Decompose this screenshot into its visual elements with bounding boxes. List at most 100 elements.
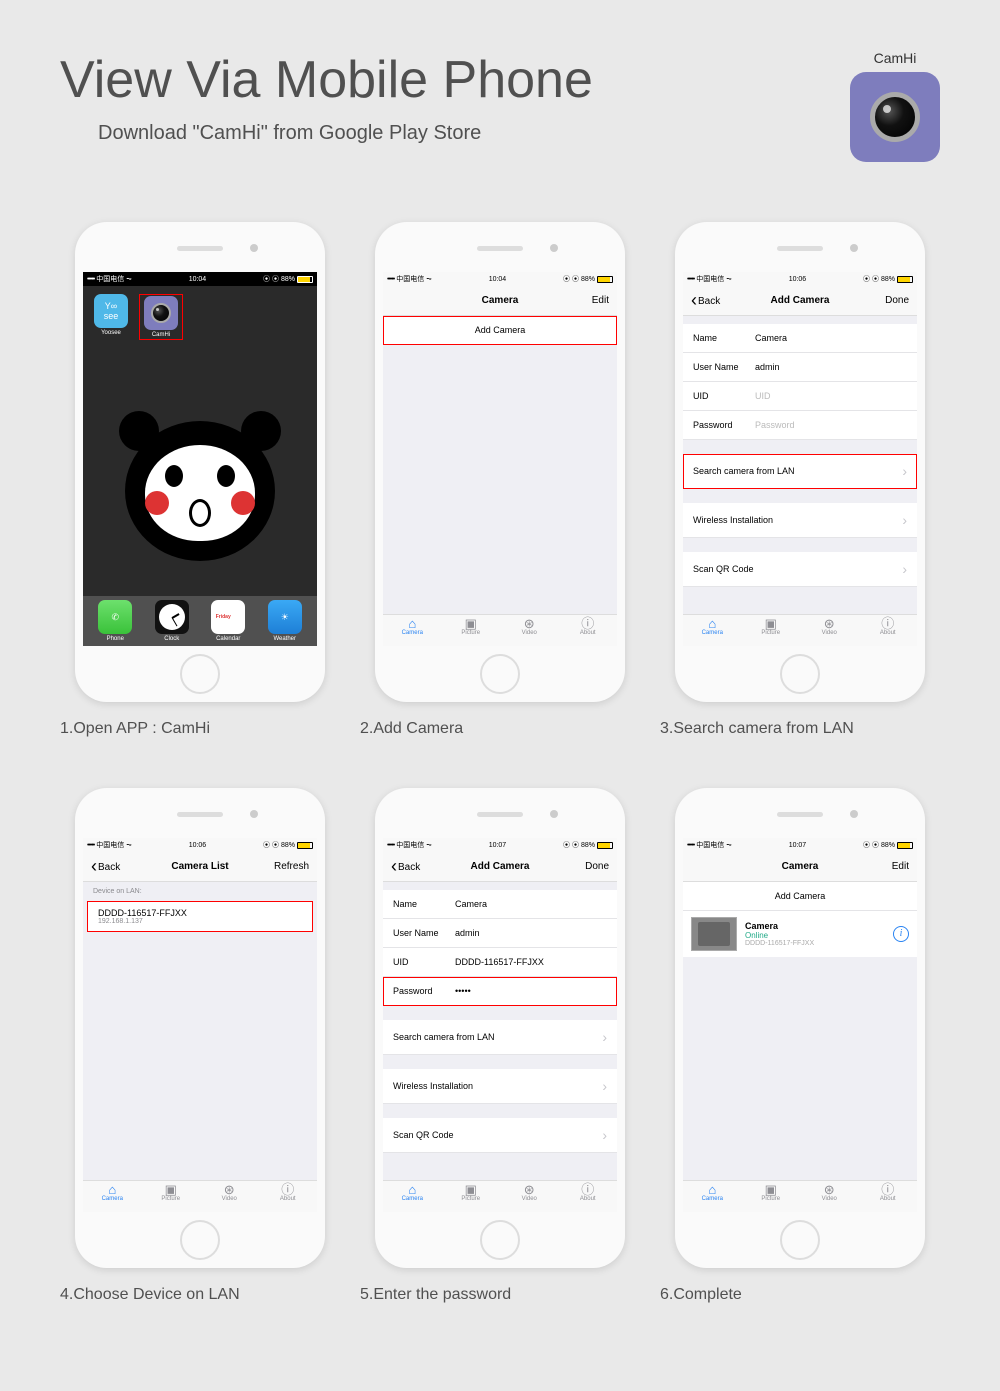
- phone-frame: ••••• 中国电信 ⏦10:07⦿ ⦿ 88% CameraEdit Add …: [675, 788, 925, 1268]
- app-name-label: CamHi: [850, 50, 940, 66]
- edit-button[interactable]: Edit: [592, 295, 609, 306]
- camhi-app-icon[interactable]: CamHi: [141, 296, 181, 338]
- tab-video[interactable]: ⊛Video: [200, 1181, 259, 1212]
- tab-video[interactable]: ⊛Video: [500, 1181, 559, 1212]
- status-bar: ••••• 中国电信 ⏦10:07⦿ ⦿ 88%: [383, 838, 617, 852]
- tab-picture[interactable]: ▣Picture: [442, 1181, 501, 1212]
- nav-bar: CameraEdit: [383, 286, 617, 316]
- back-button[interactable]: Back: [391, 856, 420, 877]
- tab-camera[interactable]: ⌂Camera: [83, 1181, 142, 1212]
- tab-camera[interactable]: ⌂Camera: [383, 615, 442, 646]
- camera-uid: DDDD-116517-FFJXX: [745, 940, 885, 947]
- username-field-row[interactable]: User Nameadmin: [383, 919, 617, 948]
- tab-bar: ⌂Camera ▣Picture ⊛Video ⓘAbout: [83, 1180, 317, 1212]
- camera-name: Camera: [745, 921, 885, 931]
- scan-qr-row[interactable]: Scan QR Code: [383, 1118, 617, 1153]
- tab-bar: ⌂Camera ▣Picture ⊛Video ⓘAbout: [683, 614, 917, 646]
- tab-camera[interactable]: ⌂Camera: [383, 1181, 442, 1212]
- home-button[interactable]: [780, 1220, 820, 1260]
- nav-title: Camera: [383, 295, 617, 306]
- phone-frame: ••••• 中国电信 ⏦10:04⦿ ⦿ 88% CameraEdit Add …: [375, 222, 625, 702]
- tab-about[interactable]: ⓘAbout: [559, 1181, 618, 1212]
- group-label: Device on LAN:: [83, 882, 317, 897]
- status-bar: ••••• 中国电信 ⏦10:06⦿ ⦿ 88%: [683, 272, 917, 286]
- tab-about[interactable]: ⓘAbout: [259, 1181, 318, 1212]
- step-3-caption: 3.Search camera from LAN: [660, 720, 940, 738]
- status-bar: ••••• 中国电信 ⏦10:07⦿ ⦿ 88%: [683, 838, 917, 852]
- nav-title: Camera: [683, 861, 917, 872]
- step-2-caption: 2.Add Camera: [360, 720, 640, 738]
- phone-frame: ••••• 中国电信 ⏦10:07⦿ ⦿ 88% BackAdd CameraD…: [375, 788, 625, 1268]
- yoosee-app-icon[interactable]: Y∞seeYoosee: [91, 294, 131, 340]
- tab-camera[interactable]: ⌂Camera: [683, 1181, 742, 1212]
- done-button[interactable]: Done: [585, 861, 609, 872]
- tab-bar: ⌂Camera ▣Picture ⊛Video ⓘAbout: [383, 1180, 617, 1212]
- dock: ✆Phone Clock Friday12Calendar ☀Weather: [83, 596, 317, 646]
- camhi-app-icon: [850, 72, 940, 162]
- tab-picture[interactable]: ▣Picture: [142, 1181, 201, 1212]
- uid-field-row[interactable]: UIDDDDD-116517-FFJXX: [383, 948, 617, 977]
- scan-qr-row[interactable]: Scan QR Code: [683, 552, 917, 587]
- nav-bar: BackAdd CameraDone: [683, 286, 917, 316]
- phone-frame: ••••• 中国电信 ⏦10:06⦿ ⦿ 88% BackAdd CameraD…: [675, 222, 925, 702]
- wireless-install-row[interactable]: Wireless Installation: [383, 1069, 617, 1104]
- step-6-caption: 6.Complete: [660, 1286, 940, 1304]
- phone-frame: ••••• 中国电信 ⏦ 10:04 ⦿ ⦿ 88% Y∞seeYoosee C…: [75, 222, 325, 702]
- dock-weather-icon[interactable]: ☀Weather: [265, 600, 305, 642]
- done-button[interactable]: Done: [885, 295, 909, 306]
- dock-clock-icon[interactable]: Clock: [152, 600, 192, 642]
- wireless-install-row[interactable]: Wireless Installation: [683, 503, 917, 538]
- home-button[interactable]: [180, 1220, 220, 1260]
- nav-bar: BackCamera ListRefresh: [83, 852, 317, 882]
- tab-bar: ⌂Camera ▣Picture ⊛Video ⓘAbout: [383, 614, 617, 646]
- device-highlight: DDDD-116517-FFJXX192.168.1.137: [87, 901, 313, 932]
- username-field-row[interactable]: User Nameadmin: [683, 353, 917, 382]
- home-button[interactable]: [180, 654, 220, 694]
- tab-about[interactable]: ⓘAbout: [559, 615, 618, 646]
- tab-picture[interactable]: ▣Picture: [742, 1181, 801, 1212]
- wallpaper-bear: [83, 386, 317, 596]
- back-button[interactable]: Back: [91, 856, 120, 877]
- status-bar: ••••• 中国电信 ⏦ 10:04 ⦿ ⦿ 88%: [83, 272, 317, 286]
- camera-thumbnail: [691, 917, 737, 951]
- nav-bar: BackAdd CameraDone: [383, 852, 617, 882]
- tab-picture[interactable]: ▣Picture: [442, 615, 501, 646]
- uid-field-row[interactable]: UIDUID: [683, 382, 917, 411]
- tab-video[interactable]: ⊛Video: [500, 615, 559, 646]
- camera-status: Online: [745, 931, 885, 940]
- step-5-caption: 5.Enter the password: [360, 1286, 640, 1304]
- phone-frame: ••••• 中国电信 ⏦10:06⦿ ⦿ 88% BackCamera List…: [75, 788, 325, 1268]
- password-field-row[interactable]: Password•••••: [383, 977, 617, 1006]
- name-field-row[interactable]: NameCamera: [383, 890, 617, 919]
- search-lan-row[interactable]: Search camera from LAN: [383, 1020, 617, 1055]
- tab-picture[interactable]: ▣Picture: [742, 615, 801, 646]
- status-bar: ••••• 中国电信 ⏦10:04⦿ ⦿ 88%: [383, 272, 617, 286]
- tab-about[interactable]: ⓘAbout: [859, 615, 918, 646]
- page-subtitle: Download "CamHi" from Google Play Store: [98, 122, 820, 145]
- add-camera-row[interactable]: Add Camera: [383, 316, 617, 345]
- search-lan-row[interactable]: Search camera from LAN: [683, 454, 917, 489]
- lan-device-row[interactable]: DDDD-116517-FFJXX192.168.1.137: [88, 902, 312, 931]
- name-field-row[interactable]: NameCamera: [683, 324, 917, 353]
- info-icon[interactable]: i: [893, 926, 909, 942]
- dock-calendar-icon[interactable]: Friday12Calendar: [208, 600, 248, 642]
- camera-list-item[interactable]: Camera Online DDDD-116517-FFJXX i: [683, 911, 917, 957]
- refresh-button[interactable]: Refresh: [274, 861, 309, 872]
- status-bar: ••••• 中国电信 ⏦10:06⦿ ⦿ 88%: [83, 838, 317, 852]
- tab-about[interactable]: ⓘAbout: [859, 1181, 918, 1212]
- dock-phone-icon[interactable]: ✆Phone: [95, 600, 135, 642]
- add-camera-row[interactable]: Add Camera: [683, 882, 917, 911]
- back-button[interactable]: Back: [691, 290, 720, 311]
- home-button[interactable]: [480, 1220, 520, 1260]
- edit-button[interactable]: Edit: [892, 861, 909, 872]
- home-button[interactable]: [780, 654, 820, 694]
- tab-camera[interactable]: ⌂Camera: [683, 615, 742, 646]
- home-button[interactable]: [480, 654, 520, 694]
- step-1-caption: 1.Open APP : CamHi: [60, 720, 340, 738]
- camhi-app-highlight: CamHi: [139, 294, 183, 340]
- app-logo: CamHi: [850, 50, 940, 162]
- tab-video[interactable]: ⊛Video: [800, 1181, 859, 1212]
- password-field-row[interactable]: PasswordPassword: [683, 411, 917, 440]
- tab-video[interactable]: ⊛Video: [800, 615, 859, 646]
- step-4-caption: 4.Choose Device on LAN: [60, 1286, 340, 1304]
